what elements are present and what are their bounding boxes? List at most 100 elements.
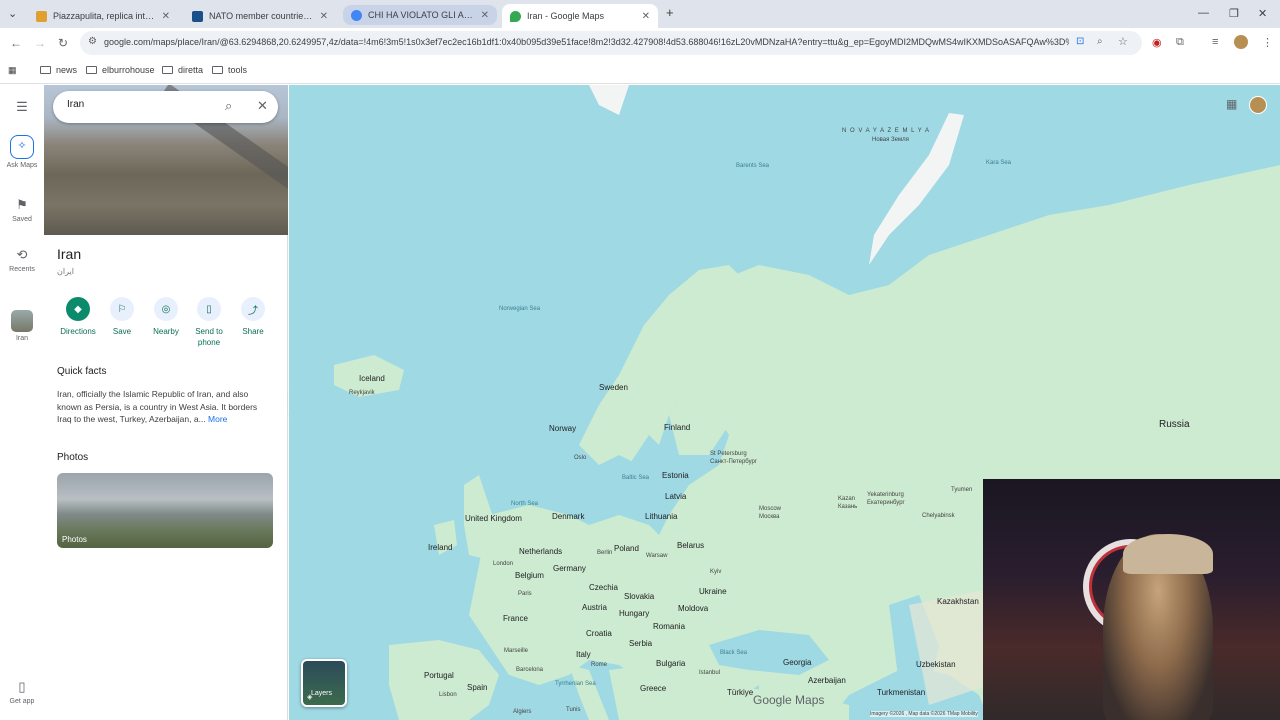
layers-button[interactable]: ◈ Layers [301, 659, 347, 707]
map-label-serbia: Serbia [629, 639, 653, 648]
bookmark-tools[interactable]: tools [212, 65, 247, 75]
folder-icon [162, 66, 173, 74]
presenter-hat [1123, 534, 1213, 574]
rail-label: Saved [12, 216, 32, 223]
apps-grid-icon[interactable]: ▦ [8, 65, 17, 76]
map-label-denmark: Denmark [552, 512, 585, 521]
map-label-moldova: Moldova [678, 604, 709, 613]
map-attribution: Imagery ©2026 , Map data ©2026 TMap Mobi… [870, 711, 978, 717]
bookmarks-bar: ▦ news elburrohouse diretta tools [0, 58, 1280, 84]
omnibox[interactable]: ⚙ google.com/maps/place/Iran/@63.6294868… [80, 31, 1142, 55]
close-icon[interactable]: ✕ [642, 11, 650, 22]
map-label-sweden: Sweden [599, 383, 628, 392]
share-button[interactable]: ⤴ Share [231, 297, 275, 337]
map-label-spain: Spain [467, 683, 488, 692]
tab-nato[interactable]: NATO member countries | NATO ✕ [184, 4, 336, 28]
map-label-yekaterinburg: Yekaterinburg [867, 492, 904, 498]
profile-avatar[interactable] [1234, 35, 1248, 49]
get-app-button[interactable]: ▯ Get app [0, 679, 44, 705]
ask-maps-button[interactable]: ✧ Ask Maps [0, 135, 44, 169]
restore-icon[interactable]: ❐ [1229, 7, 1239, 20]
bookmark-news[interactable]: news [40, 65, 77, 75]
bookmark-star-icon[interactable]: ☆ [1118, 35, 1128, 48]
minimize-icon[interactable]: — [1198, 7, 1209, 19]
nearby-button[interactable]: ◎ Nearby [144, 297, 188, 337]
map-label-austria: Austria [582, 603, 607, 612]
map-label-baltic-sea: Baltic Sea [622, 475, 650, 481]
close-icon[interactable]: ✕ [481, 10, 489, 21]
map-label-belarus: Belarus [677, 541, 705, 550]
phone-icon: ▯ [18, 679, 26, 694]
rail-label: Ask Maps [6, 162, 38, 169]
map-label-istanbul: Istanbul [699, 670, 721, 676]
close-icon[interactable]: ✕ [257, 98, 268, 114]
map-label-reykjavik: Reykjavik [349, 390, 375, 396]
map-label-black-sea: Black Sea [720, 650, 748, 656]
map-label-london: London [493, 561, 514, 567]
reading-list-icon[interactable]: ≡ [1212, 36, 1218, 48]
map-label-slovakia: Slovakia [624, 592, 655, 601]
tab-piazzapulita[interactable]: Piazzapulita, replica integrale d ✕ [28, 4, 178, 28]
bookmark-diretta[interactable]: diretta [162, 65, 203, 75]
favicon-icon [36, 10, 47, 22]
search-icon[interactable]: ⌕ [225, 98, 232, 114]
directions-button[interactable]: ◆ Directions [56, 297, 100, 337]
place-panel: ⌕ ✕ Iran ایران ◆ Directions ⚐ Save ◎ Nea… [44, 85, 288, 720]
rail-label: Get app [9, 698, 35, 705]
tab-chi-ha-violato[interactable]: CHI HA VIOLATO GLI ACCORDI ✕ [343, 5, 497, 25]
menu-button[interactable]: ☰ [0, 99, 44, 118]
tab-label: NATO member countries | NATO [209, 11, 314, 21]
map-label-yekaterinburg-ru: Екатеринбург [867, 500, 905, 506]
search-input[interactable] [67, 99, 207, 110]
photos-thumbnail[interactable]: Photos [57, 473, 273, 548]
close-icon[interactable]: ✕ [320, 11, 328, 22]
bookmark-elburrohouse[interactable]: elburrohouse [86, 65, 155, 75]
url-text[interactable]: google.com/maps/place/Iran/@63.6294868,2… [104, 37, 1069, 47]
maps-side-rail: ☰ ✧ Ask Maps ⚑ Saved ⟲ Recents Iran ▯ Ge… [0, 85, 44, 720]
site-info-icon[interactable]: ⚙ [88, 36, 97, 47]
action-label: Directions [60, 327, 96, 336]
more-link[interactable]: More [208, 414, 227, 424]
map-label-tunis: Tunis [566, 707, 581, 713]
close-icon[interactable]: ✕ [162, 11, 170, 22]
map-label-russia: Russia [1159, 419, 1190, 430]
new-tab-button[interactable]: + [666, 5, 674, 20]
forward-icon[interactable]: → [34, 36, 46, 50]
map-label-united-kingdom: United Kingdom [465, 514, 522, 523]
install-icon[interactable]: ⊡ [1076, 36, 1084, 47]
saved-button[interactable]: ⚑ Saved [0, 197, 44, 223]
send-to-phone-button[interactable]: ▯ Send to phone [187, 297, 231, 348]
extensions-puzzle-icon[interactable]: ⧉ [1176, 36, 1184, 49]
share-icon: ⤴ [241, 297, 265, 321]
zoom-icon[interactable]: ⌕ [1097, 36, 1103, 47]
directions-icon: ◆ [66, 297, 90, 321]
tab-google-maps[interactable]: Iran - Google Maps ✕ [502, 4, 658, 28]
browser-menu-icon[interactable]: ⋮ [1262, 36, 1273, 49]
action-label: Share [242, 327, 264, 336]
map-label-georgia: Georgia [783, 658, 812, 667]
place-title: Iran [57, 246, 82, 262]
extension-icon[interactable]: ◉ [1152, 36, 1162, 49]
back-icon[interactable]: ← [10, 36, 22, 50]
place-thumbnail [11, 310, 33, 332]
tab-search-icon[interactable]: ⌄ [8, 7, 17, 20]
recent-place-iran[interactable]: Iran [0, 310, 44, 342]
map-label-berlin: Berlin [597, 550, 613, 556]
map-label-poland: Poland [614, 544, 639, 553]
browser-tab-bar: ⌄ Piazzapulita, replica integrale d ✕ NA… [0, 0, 1280, 28]
map-label-moscow-ru: Москва [759, 514, 780, 520]
map-label-portugal: Portugal [424, 671, 454, 680]
window-close-icon[interactable]: ✕ [1258, 7, 1267, 20]
tab-label: Iran - Google Maps [527, 11, 605, 21]
reload-icon[interactable]: ↻ [58, 36, 68, 50]
google-apps-icon[interactable]: ▦ [1226, 97, 1237, 111]
map-label-norwegian-sea: Norwegian Sea [499, 306, 541, 312]
map-label-chelyabinsk: Chelyabinsk [922, 513, 955, 519]
recents-button[interactable]: ⟲ Recents [0, 247, 44, 273]
save-button[interactable]: ⚐ Save [100, 297, 144, 337]
action-label: Nearby [153, 327, 179, 336]
map-label-czechia: Czechia [589, 583, 618, 592]
map-label-france: France [503, 614, 528, 623]
account-avatar[interactable] [1249, 96, 1267, 114]
google-maps-logo: Google Maps [753, 693, 825, 707]
